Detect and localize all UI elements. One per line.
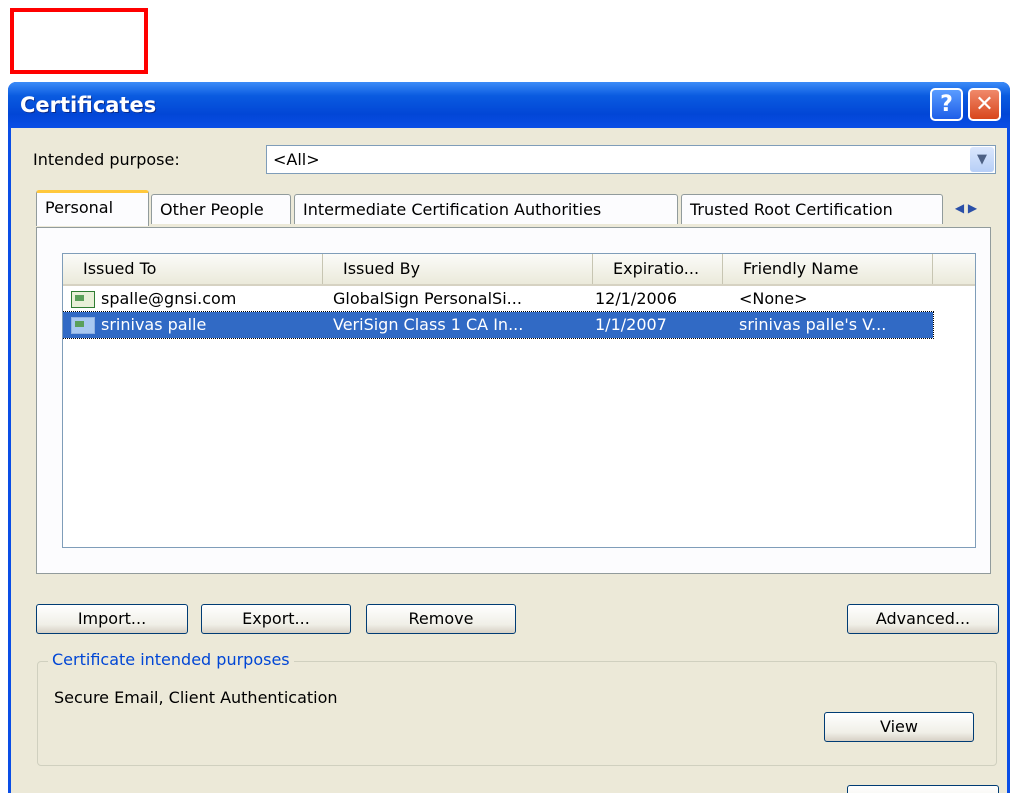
certificate-purposes-group: Certificate intended purposes Secure Ema… [37, 650, 997, 766]
import-button[interactable]: Import... [36, 604, 188, 634]
view-button[interactable]: View [824, 712, 974, 742]
intended-purpose-label: Intended purpose: [33, 150, 180, 169]
tab-panel: Issued To Issued By Expiratio... Friendl… [36, 227, 991, 574]
tab-intermediate-ca[interactable]: Intermediate Certification Authorities [294, 194, 678, 224]
tab-label: Personal [45, 198, 114, 217]
window-close-button[interactable]: ✕ [968, 88, 1001, 121]
tab-trusted-root[interactable]: Trusted Root Certification [681, 194, 943, 224]
title-bar[interactable]: Certificates ? ✕ [8, 82, 1010, 128]
certificate-icon [71, 291, 95, 308]
column-header-issued-by[interactable]: Issued By [323, 254, 593, 284]
cell-issued-to: spalle@gnsi.com [101, 289, 237, 308]
column-header-expiration[interactable]: Expiratio... [593, 254, 723, 284]
table-row-selected[interactable]: srinivas palle VeriSign Class 1 CA In...… [63, 311, 934, 339]
cell-expiration: 12/1/2006 [595, 289, 678, 308]
cell-issued-by: VeriSign Class 1 CA In... [333, 315, 524, 334]
cell-issued-to: srinivas palle [101, 315, 207, 334]
close-button[interactable]: Close [847, 785, 999, 793]
certificate-icon [71, 317, 95, 334]
table-row[interactable]: spalle@gnsi.com GlobalSign PersonalSi...… [63, 286, 933, 312]
help-button[interactable]: ? [930, 88, 963, 121]
tab-other-people[interactable]: Other People [151, 194, 291, 224]
tab-scroll-control: ◀ ▶ [946, 196, 986, 220]
chevron-down-icon[interactable]: ▼ [970, 147, 994, 172]
window-title: Certificates [20, 93, 157, 117]
tab-label: Intermediate Certification Authorities [303, 200, 602, 219]
certificate-purposes-text: Secure Email, Client Authentication [54, 688, 338, 707]
cell-friendly-name: <None> [739, 289, 808, 308]
help-icon: ? [940, 92, 953, 117]
list-header: Issued To Issued By Expiratio... Friendl… [63, 254, 975, 286]
tab-scroll-right-icon[interactable]: ▶ [968, 201, 977, 215]
tab-strip: Personal Other People Intermediate Certi… [36, 190, 986, 228]
tab-label: Other People [160, 200, 264, 219]
dialog-body: Intended purpose: <All> ▼ Personal Other… [11, 128, 1007, 793]
advanced-button[interactable]: Advanced... [847, 604, 999, 634]
intended-purpose-select[interactable]: <All> ▼ [266, 145, 996, 174]
column-header-issued-to[interactable]: Issued To [63, 254, 323, 284]
export-button[interactable]: Export... [201, 604, 351, 634]
tab-personal[interactable]: Personal [36, 190, 149, 226]
group-title: Certificate intended purposes [48, 650, 294, 669]
certificates-dialog: Certificates ? ✕ Intended purpose: <All>… [8, 82, 1010, 793]
cell-expiration: 1/1/2007 [595, 315, 667, 334]
tab-label: Trusted Root Certification [690, 200, 893, 219]
remove-button[interactable]: Remove [366, 604, 516, 634]
tab-scroll-left-icon[interactable]: ◀ [955, 201, 964, 215]
certificate-list[interactable]: Issued To Issued By Expiratio... Friendl… [62, 253, 976, 548]
intended-purpose-value: <All> [273, 150, 320, 169]
cell-friendly-name: srinivas palle's V... [739, 315, 887, 334]
column-header-friendly-name[interactable]: Friendly Name [723, 254, 933, 284]
close-icon: ✕ [975, 92, 994, 117]
annotation-box [10, 8, 148, 74]
cell-issued-by: GlobalSign PersonalSi... [333, 289, 522, 308]
